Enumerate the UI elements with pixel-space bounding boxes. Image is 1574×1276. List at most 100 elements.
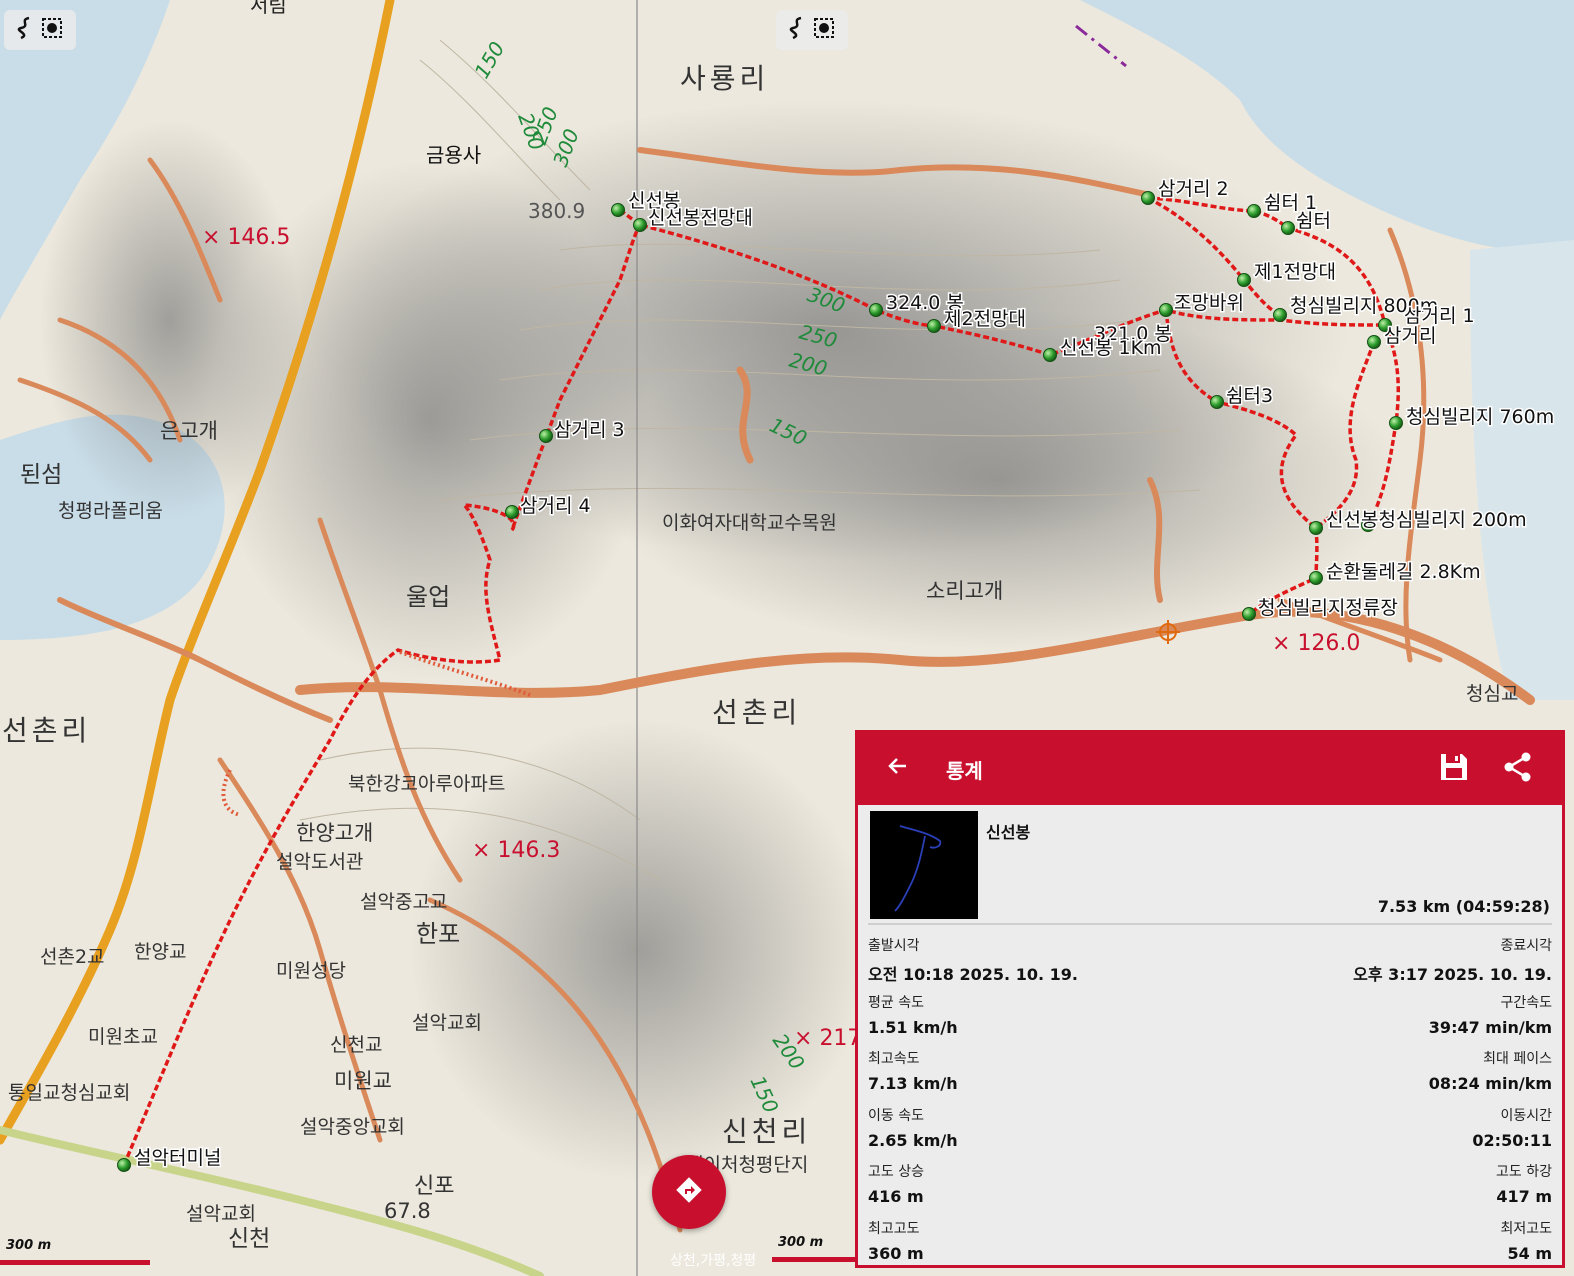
stat-label: 종료시각	[1500, 938, 1552, 954]
stat-value: 417 m	[1496, 1187, 1552, 1206]
floppy-disk-icon	[1438, 751, 1470, 787]
label-seorakgyohoe: 설악교회	[412, 1012, 482, 1034]
stat-value: 7.13 km/h	[868, 1074, 958, 1093]
label-geumyongsa: 금용사	[426, 143, 481, 167]
stat-label: 출발시각	[868, 938, 920, 954]
label-seonchon2: 선촌2교	[40, 946, 105, 968]
scale-label-right: 300 m	[778, 1235, 824, 1250]
waypoint-marker[interactable]	[1043, 348, 1057, 362]
route-icon	[17, 16, 33, 45]
label-ewha: 이화여자대학교수목원	[662, 512, 837, 534]
stat-row-time: 출발시각오전 10:18 2025. 10. 19. 종료시각오후 3:17 2…	[868, 931, 1552, 988]
map-layer-toggle-right[interactable]	[776, 10, 848, 50]
waypoint-marker[interactable]	[1242, 607, 1256, 621]
layers-icon	[41, 17, 63, 44]
label-sincheonri: 신천리	[722, 1115, 811, 1148]
stat-label: 고도 하강	[1496, 1164, 1552, 1180]
label-elev-380: 380.9	[528, 199, 585, 223]
waypoint-marker[interactable]	[539, 429, 553, 443]
waypoint-marker[interactable]	[927, 319, 941, 333]
route-name: 신선봉	[986, 823, 1031, 842]
stat-value: 1.51 km/h	[868, 1017, 958, 1037]
label-sim: 서림	[250, 0, 287, 17]
label-seorakjungang: 설악중앙교회	[300, 1116, 405, 1138]
arrow-left-icon	[886, 751, 910, 786]
waypoint-marker[interactable]	[1273, 308, 1287, 322]
layers-icon	[813, 17, 835, 44]
label-seorakjung: 설악중고교	[360, 891, 447, 913]
scale-label-left: 300 m	[6, 1238, 52, 1253]
label-sorigogae: 소리고개	[926, 579, 1003, 603]
label-samgeori2: 삼거리 2	[1158, 178, 1229, 200]
stat-value: 416 m	[868, 1187, 924, 1206]
stat-row-max: 최고속도 7.13 km/h 최대 페이스 08:24 min/km	[868, 1044, 1552, 1101]
waypoint-marker[interactable]	[1141, 191, 1155, 205]
stat-label: 최대 페이스	[1483, 1051, 1552, 1067]
road-label-bottom: 상천,가평,청평	[670, 1253, 757, 1269]
directions-icon	[674, 1175, 704, 1209]
stat-label: 최고속도	[868, 1051, 920, 1067]
label-jomangbawi: 조망바위	[1174, 292, 1244, 314]
label-miwoncho: 미원초교	[88, 1026, 158, 1048]
save-button[interactable]	[1422, 751, 1486, 787]
label-seorakgyohoe2: 설악교회	[186, 1203, 256, 1225]
label-h678: 67.8	[384, 1199, 431, 1223]
stat-row-elevation: 최고고도 360 m 최저고도 54 m	[868, 1214, 1552, 1271]
waypoint-marker[interactable]	[1159, 303, 1173, 317]
back-button[interactable]	[886, 754, 946, 784]
waypoint-marker[interactable]	[869, 303, 883, 317]
map-layer-toggle-left[interactable]	[4, 10, 76, 50]
stat-value: 오전 10:18 2025. 10. 19.	[868, 965, 1078, 984]
waypoint-marker[interactable]	[611, 203, 625, 217]
label-cheongsim760: 청심빌리지 760m	[1406, 406, 1554, 428]
share-icon	[1502, 751, 1534, 787]
waypoint-marker[interactable]	[1367, 335, 1381, 349]
route-total: 7.53 km (04:59:28)	[1377, 897, 1550, 916]
stat-value: 39:47 min/km	[1428, 1017, 1552, 1037]
label-seonchonri-west: 선촌리	[2, 714, 91, 747]
waypoint-marker[interactable]	[1210, 395, 1224, 409]
label-cheongpyeong: 청평라폴리움	[58, 500, 163, 522]
statistics-title: 통계	[946, 758, 983, 783]
stat-value: 오후 3:17 2025. 10. 19.	[1353, 965, 1552, 984]
label-view2: 제2전망대	[944, 308, 1026, 330]
label-shelter: 쉼터	[1296, 210, 1331, 232]
label-uleop: 울업	[406, 583, 450, 611]
label-sunhwan: 순환둘레길 2.8Km	[1326, 561, 1481, 583]
label-h126: × 126.0	[1272, 631, 1360, 656]
h1465-value: 146.5	[227, 225, 290, 250]
stat-row-speed: 평균 속도 1.51 km/h 구간속도 39:47 min/km	[868, 988, 1552, 1045]
route-icon	[789, 16, 805, 45]
stat-row-moving: 이동 속도 2.65 km/h 이동시간 02:50:11	[868, 1101, 1552, 1158]
stat-label: 이동시간	[1500, 1107, 1552, 1124]
route-summary: 신선봉 7.53 km (04:59:28)	[868, 805, 1552, 925]
stat-label: 고도 상승	[868, 1164, 924, 1180]
waypoint-marker[interactable]	[505, 505, 519, 519]
waypoint-marker[interactable]	[1237, 273, 1251, 287]
waypoint-marker[interactable]	[1309, 571, 1323, 585]
waypoint-marker[interactable]	[1389, 416, 1403, 430]
label-sincheongyo: 신천교	[330, 1034, 382, 1056]
label-miwongyo: 미원교	[334, 1069, 392, 1093]
label-tongil: 통일교청심교회	[8, 1082, 130, 1104]
label-sincheon: 신천	[228, 1226, 270, 1252]
waypoint-marker[interactable]	[633, 218, 647, 232]
label-sayongri: 사룡리	[680, 62, 769, 95]
waypoint-marker[interactable]	[117, 1158, 131, 1172]
share-button[interactable]	[1486, 751, 1550, 787]
label-h146-5: × 146.5	[202, 225, 290, 250]
stats-rows: 출발시각오전 10:18 2025. 10. 19. 종료시각오후 3:17 2…	[858, 925, 1562, 1270]
stat-label: 구간속도	[1500, 994, 1552, 1011]
label-view1: 제1전망대	[1254, 261, 1336, 283]
label-samgeori3: 삼거리 3	[554, 419, 625, 441]
label-doeseom: 된섬	[20, 462, 62, 488]
label-seorakdoseogwan: 설악도서관	[276, 851, 363, 873]
waypoint-marker[interactable]	[1281, 221, 1295, 235]
label-hanyanggyo: 한양교	[134, 941, 186, 963]
label-samgeori1: 삼거리 1	[1404, 305, 1475, 327]
route-thumbnail[interactable]	[870, 811, 978, 919]
waypoint-marker[interactable]	[1247, 204, 1261, 218]
navigate-button[interactable]	[652, 1155, 726, 1229]
label-bukhangang: 북한강코아루아파트	[348, 773, 505, 795]
waypoint-marker[interactable]	[1309, 521, 1323, 535]
